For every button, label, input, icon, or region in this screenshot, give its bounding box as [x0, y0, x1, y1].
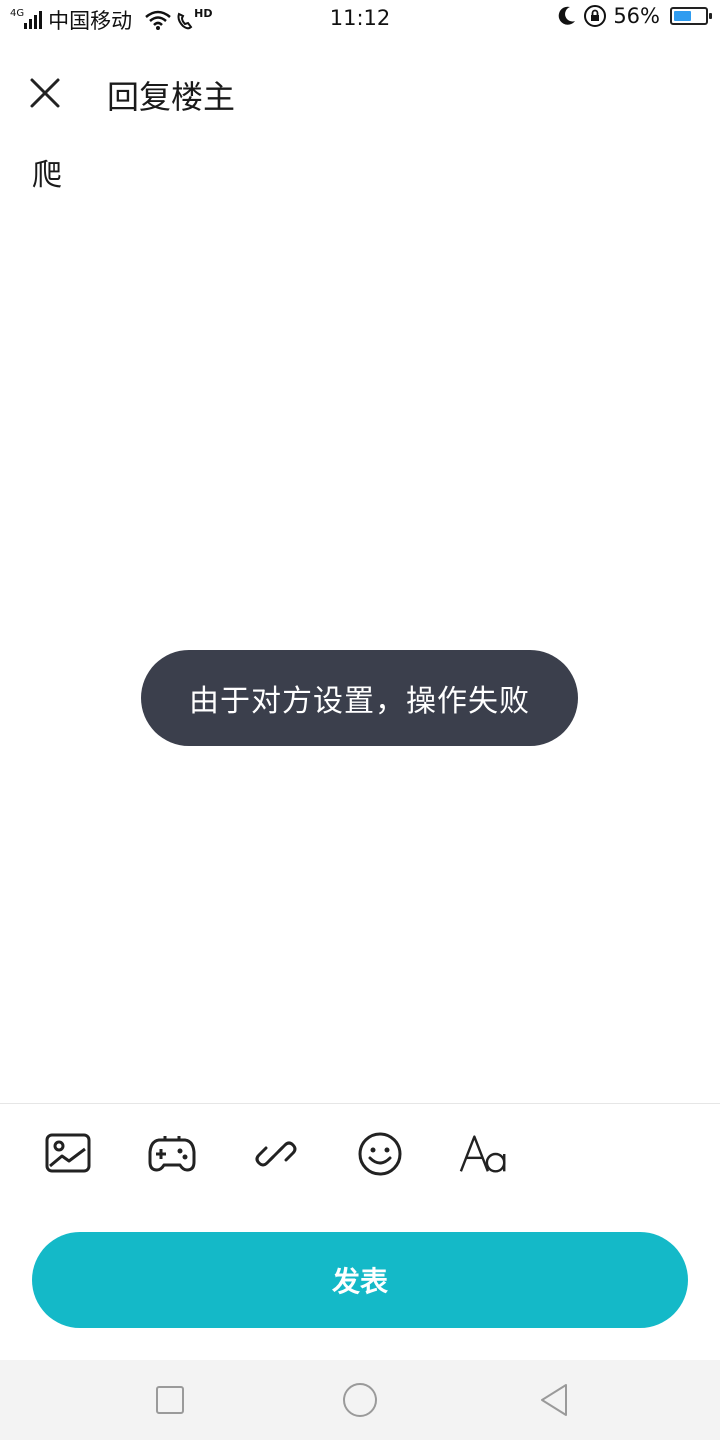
text-format-button[interactable] — [458, 1128, 510, 1180]
home-icon — [343, 1383, 377, 1417]
insert-game-button[interactable] — [146, 1128, 198, 1180]
reply-text-area[interactable]: 爬 — [32, 150, 62, 194]
battery-fill — [674, 11, 691, 21]
back-button[interactable] — [534, 1380, 574, 1420]
battery-icon — [670, 7, 712, 25]
editor-toolbar — [0, 1103, 720, 1203]
error-toast: 由于对方设置，操作失败 — [141, 650, 578, 746]
gamepad-icon — [148, 1136, 196, 1172]
moon-icon — [555, 5, 577, 27]
insert-emoji-button[interactable] — [354, 1128, 406, 1180]
header: 回复楼主 — [0, 52, 720, 132]
link-icon — [255, 1141, 297, 1167]
recent-apps-icon — [156, 1386, 184, 1414]
recent-apps-button[interactable] — [150, 1380, 190, 1420]
home-button[interactable] — [340, 1380, 380, 1420]
image-icon — [45, 1133, 91, 1173]
insert-image-button[interactable] — [42, 1128, 94, 1180]
emoji-icon — [358, 1132, 402, 1176]
rotation-lock-icon — [583, 4, 607, 28]
battery-percent: 56% — [613, 4, 660, 28]
status-right: 56% — [555, 4, 712, 28]
publish-button[interactable]: 发表 — [32, 1232, 688, 1328]
page-title: 回复楼主 — [107, 78, 236, 116]
close-button[interactable] — [26, 74, 66, 114]
close-icon — [30, 78, 60, 108]
insert-link-button[interactable] — [250, 1128, 302, 1180]
status-bar: 4G 中国移动 HD 11:12 56% — [0, 0, 720, 38]
font-style-icon — [459, 1135, 506, 1173]
back-icon — [541, 1384, 567, 1416]
system-nav-bar — [0, 1360, 720, 1440]
